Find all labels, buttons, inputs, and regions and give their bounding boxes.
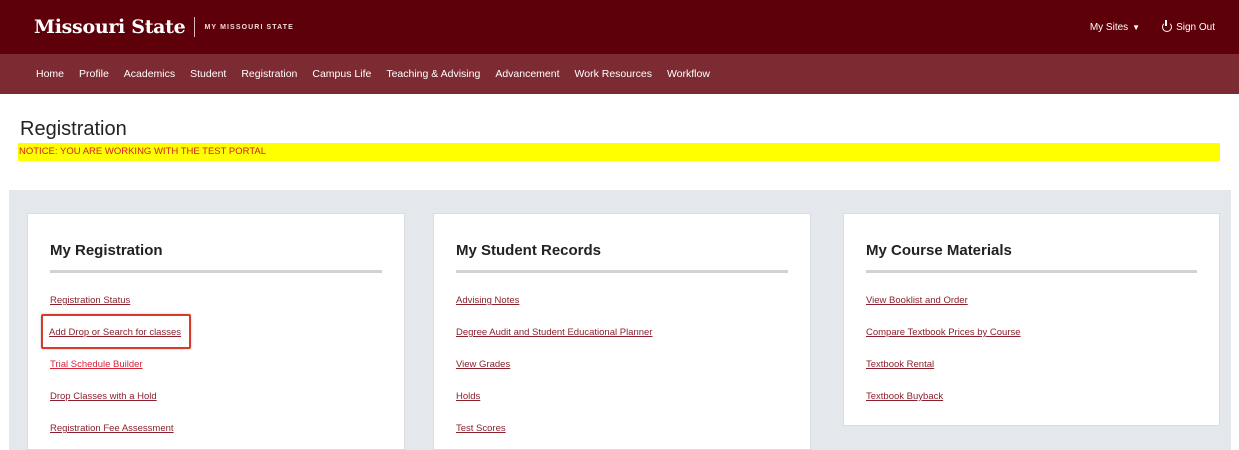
nav-student[interactable]: Student xyxy=(190,68,226,80)
my-registration-card: My Registration Registration Status Add … xyxy=(27,213,405,450)
nav-workflow[interactable]: Workflow xyxy=(667,68,710,80)
card-divider xyxy=(50,270,382,273)
trial-schedule-builder-link[interactable]: Trial Schedule Builder xyxy=(50,359,143,370)
list-item: Trial Schedule Builder xyxy=(50,354,382,386)
drop-classes-hold-link[interactable]: Drop Classes with a Hold xyxy=(50,391,157,402)
list-item: Add Drop or Search for classes xyxy=(41,314,382,354)
textbook-buyback-link[interactable]: Textbook Buyback xyxy=(866,391,943,402)
my-sites-label: My Sites xyxy=(1089,21,1129,33)
link-list: Registration Status Add Drop or Search f… xyxy=(41,290,382,450)
page-title: Registration xyxy=(20,118,127,140)
list-item: Textbook Buyback xyxy=(866,386,1197,418)
sign-out-label: Sign Out xyxy=(1176,21,1215,33)
view-booklist-link[interactable]: View Booklist and Order xyxy=(866,295,968,306)
list-item: View Grades xyxy=(456,354,788,386)
card-title: My Registration xyxy=(50,242,163,259)
test-portal-notice: NOTICE: YOU ARE WORKING WITH THE TEST PO… xyxy=(18,143,1220,161)
card-divider xyxy=(456,270,788,273)
view-grades-link[interactable]: View Grades xyxy=(456,359,510,370)
list-item: Compare Textbook Prices by Course xyxy=(866,322,1197,354)
list-item: View Booklist and Order xyxy=(866,290,1197,322)
brand-divider xyxy=(194,17,196,37)
card-title: My Course Materials xyxy=(866,242,1012,259)
caret-down-icon: ▼ xyxy=(1132,22,1141,32)
list-item: Registration Fee Assessment xyxy=(50,418,382,450)
brand[interactable]: Missouri State MY MISSOURI STATE xyxy=(34,16,294,38)
main-nav: Home Profile Academics Student Registrat… xyxy=(0,54,1239,94)
test-scores-link[interactable]: Test Scores xyxy=(456,423,506,434)
my-student-records-card: My Student Records Advising Notes Degree… xyxy=(433,213,811,450)
list-item: Degree Audit and Student Educational Pla… xyxy=(456,322,788,354)
my-sites-menu[interactable]: My Sites ▼ xyxy=(1090,22,1140,33)
list-item: Advising Notes xyxy=(456,290,788,322)
registration-fee-assessment-link[interactable]: Registration Fee Assessment xyxy=(50,423,174,434)
add-drop-search-classes-link[interactable]: Add Drop or Search for classes xyxy=(49,327,181,338)
list-item: Test Scores xyxy=(456,418,788,450)
header-actions: My Sites ▼ Sign Out xyxy=(1090,20,1215,33)
holds-link[interactable]: Holds xyxy=(456,391,480,402)
list-item: Textbook Rental xyxy=(866,354,1197,386)
my-course-materials-card: My Course Materials View Booklist and Or… xyxy=(843,213,1220,426)
nav-registration[interactable]: Registration xyxy=(241,68,297,80)
top-header: Missouri State MY MISSOURI STATE My Site… xyxy=(0,0,1239,54)
list-item: Drop Classes with a Hold xyxy=(50,386,382,418)
card-title: My Student Records xyxy=(456,242,602,259)
nav-campus-life[interactable]: Campus Life xyxy=(312,68,371,80)
link-list: View Booklist and Order Compare Textbook… xyxy=(866,290,1197,418)
nav-advancement[interactable]: Advancement xyxy=(495,68,559,80)
sign-out-button[interactable]: Sign Out xyxy=(1162,20,1215,33)
nav-home[interactable]: Home xyxy=(36,68,64,80)
university-logo[interactable]: Missouri State xyxy=(34,16,186,38)
compare-textbook-prices-link[interactable]: Compare Textbook Prices by Course xyxy=(866,327,1021,338)
list-item: Holds xyxy=(456,386,788,418)
registration-status-link[interactable]: Registration Status xyxy=(50,295,130,306)
brand-subtitle: MY MISSOURI STATE xyxy=(204,23,294,31)
degree-audit-link[interactable]: Degree Audit and Student Educational Pla… xyxy=(456,327,652,338)
nav-work-resources[interactable]: Work Resources xyxy=(575,68,652,80)
highlight-box: Add Drop or Search for classes xyxy=(41,314,192,349)
nav-profile[interactable]: Profile xyxy=(79,68,109,80)
nav-academics[interactable]: Academics xyxy=(124,68,175,80)
power-icon xyxy=(1162,20,1173,32)
textbook-rental-link[interactable]: Textbook Rental xyxy=(866,359,934,370)
nav-teaching-advising[interactable]: Teaching & Advising xyxy=(386,68,480,80)
advising-notes-link[interactable]: Advising Notes xyxy=(456,295,519,306)
card-divider xyxy=(866,270,1197,273)
link-list: Advising Notes Degree Audit and Student … xyxy=(456,290,788,450)
